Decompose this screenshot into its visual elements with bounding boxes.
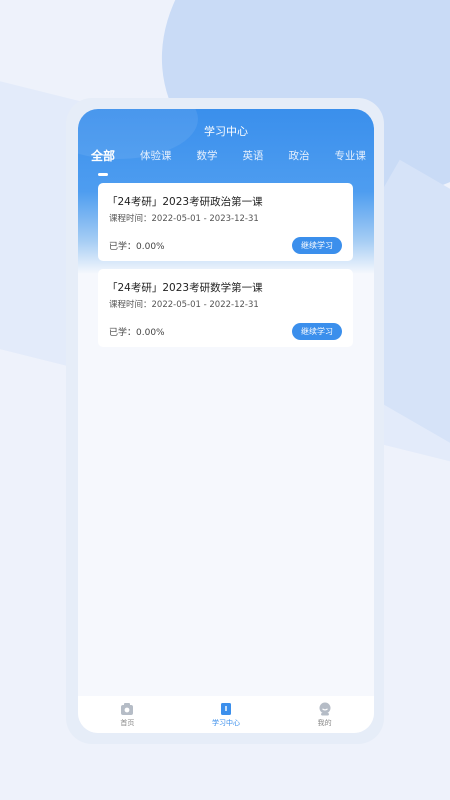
course-time: 课程时间：2022-05-01 - 2022-12-31 bbox=[109, 298, 259, 310]
tab-label: 体验课 bbox=[140, 150, 172, 162]
course-time-label: 课程时间： bbox=[109, 214, 152, 224]
course-time: 课程时间：2022-05-01 - 2023-12-31 bbox=[109, 212, 259, 224]
tab-label: 数学 bbox=[196, 150, 218, 162]
home-icon bbox=[121, 703, 134, 715]
progress-label: 已学： bbox=[109, 328, 137, 338]
page-title: 学习中心 bbox=[204, 125, 248, 138]
tab-bar: 全部 体验课 数学 英语 政治 专业课 bbox=[78, 147, 374, 176]
app-screen: 学习中心 全部 体验课 数学 英语 政治 专业课 「24考研」2023考研政治第… bbox=[78, 109, 374, 733]
tab-major[interactable]: 专业课 bbox=[334, 147, 366, 171]
progress-value: 0.00% bbox=[136, 242, 165, 252]
progress-label: 已学： bbox=[109, 242, 137, 252]
tab-all[interactable]: 全部 bbox=[91, 147, 116, 176]
course-progress: 已学：0.00% bbox=[109, 325, 165, 338]
nav-home[interactable]: 首页 bbox=[78, 696, 177, 733]
tab-label: 全部 bbox=[91, 149, 116, 163]
tab-label: 英语 bbox=[242, 150, 264, 162]
tab-math[interactable]: 数学 bbox=[196, 147, 217, 171]
course-card[interactable]: 「24考研」2023考研数学第一课 课程时间：2022-05-01 - 2022… bbox=[98, 269, 353, 347]
nav-label: 学习中心 bbox=[212, 719, 240, 727]
course-time-value: 2022-05-01 - 2023-12-31 bbox=[151, 214, 259, 224]
course-title: 「24考研」2023考研政治第一课 bbox=[107, 196, 263, 208]
course-title: 「24考研」2023考研数学第一课 bbox=[107, 282, 263, 294]
bottom-nav: 首页 学习中心 我的 bbox=[78, 696, 374, 733]
nav-study-center[interactable]: 学习中心 bbox=[177, 696, 276, 733]
course-time-value: 2022-05-01 - 2022-12-31 bbox=[151, 300, 259, 310]
nav-profile[interactable]: 我的 bbox=[275, 696, 374, 733]
continue-learning-button[interactable]: 继续学习 bbox=[292, 323, 342, 340]
tab-label: 政治 bbox=[288, 150, 310, 162]
tab-trial[interactable]: 体验课 bbox=[140, 147, 172, 171]
book-icon bbox=[221, 703, 231, 715]
nav-label: 我的 bbox=[317, 719, 332, 727]
course-time-label: 课程时间： bbox=[109, 300, 152, 310]
continue-learning-button[interactable]: 继续学习 bbox=[292, 237, 342, 254]
tab-politics[interactable]: 政治 bbox=[288, 147, 309, 171]
active-tab-indicator bbox=[98, 173, 108, 176]
profile-icon bbox=[319, 702, 331, 716]
progress-value: 0.00% bbox=[136, 328, 165, 338]
course-progress: 已学：0.00% bbox=[109, 239, 165, 252]
tab-english[interactable]: 英语 bbox=[242, 147, 263, 171]
nav-label: 首页 bbox=[120, 719, 135, 727]
course-card[interactable]: 「24考研」2023考研政治第一课 课程时间：2022-05-01 - 2023… bbox=[98, 183, 353, 261]
tab-label: 专业课 bbox=[334, 150, 366, 162]
